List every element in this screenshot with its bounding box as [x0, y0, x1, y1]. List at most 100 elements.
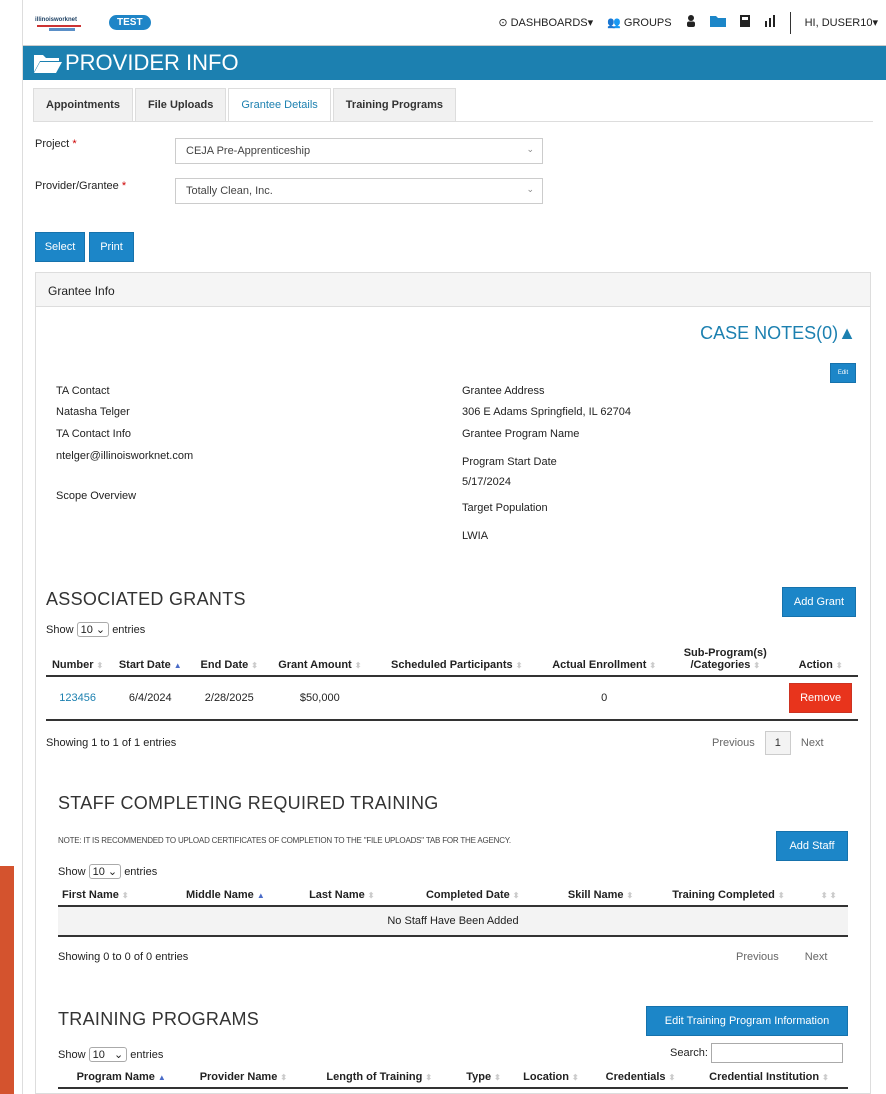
- groups-menu[interactable]: 👥 GROUPS: [607, 16, 671, 29]
- sort-icon: ⬍: [822, 1073, 829, 1082]
- programs-length-control: Show 10 ⌄ entries: [58, 1047, 163, 1062]
- col-start-date[interactable]: Start Date ▲: [109, 643, 192, 677]
- top-nav: ⊙ DASHBOARDS▾ 👥 GROUPS HI, DUSER10▾: [498, 11, 878, 34]
- remove-button[interactable]: Remove: [789, 683, 853, 713]
- ta-contact-label: TA Contact: [56, 385, 110, 397]
- programs-length-select[interactable]: 10 ⌄: [88, 1047, 128, 1062]
- site-logo[interactable]: illinoisworknet: [35, 9, 87, 37]
- chevron-down-icon: ⌄: [526, 144, 534, 154]
- staff-note: NOTE: IT IS RECOMMENDED TO UPLOAD CERTIF…: [58, 836, 511, 845]
- sort-asc-icon: ▲: [256, 891, 265, 900]
- caret-up-icon: ▲: [838, 323, 856, 343]
- grant-number-link[interactable]: 123456: [46, 676, 109, 720]
- col-length[interactable]: Length of Training ⬍: [302, 1067, 457, 1089]
- col-enrollment[interactable]: Actual Enrollment ⬍: [540, 643, 668, 677]
- col-label: Grant Amount: [278, 659, 352, 671]
- col-skill-name[interactable]: Skill Name ⬍: [550, 885, 651, 907]
- grants-table: Number ⬍ Start Date ▲ End Date ⬍ Grant Amou…: [46, 643, 858, 721]
- staff-training-title: STAFF COMPLETING REQUIRED TRAINING: [58, 793, 439, 813]
- chart-icon[interactable]: [764, 15, 776, 30]
- test-badge: TEST: [109, 15, 151, 30]
- sort-icon: ⬍: [753, 661, 761, 670]
- sort-icon: ⬍: [367, 891, 375, 900]
- grants-length-select[interactable]: 10 ⌄: [76, 622, 110, 637]
- col-last-name[interactable]: Last Name ⬍: [288, 885, 395, 907]
- col-training-completed[interactable]: Training Completed ⬍: [650, 885, 807, 907]
- prev-button[interactable]: Previous: [736, 951, 779, 963]
- staff-length-select[interactable]: 10 ⌄: [88, 864, 122, 879]
- page-1-button[interactable]: 1: [764, 731, 791, 755]
- search-input[interactable]: [710, 1043, 843, 1063]
- next-button[interactable]: Next: [805, 951, 828, 963]
- groups-label: GROUPS: [623, 17, 672, 29]
- edit-training-program-button[interactable]: Edit Training Program Information: [646, 1006, 848, 1036]
- col-label: Credential Institution: [709, 1071, 820, 1083]
- provider-select[interactable]: Totally Clean, Inc. ⌄: [175, 178, 543, 204]
- col-action[interactable]: Action ⬍: [783, 643, 858, 677]
- col-scheduled[interactable]: Scheduled Participants ⬍: [372, 643, 541, 677]
- grantee-info-title: Grantee Info: [36, 273, 870, 307]
- col-label: Action: [798, 659, 833, 671]
- program-start-value: 5/17/2024: [462, 476, 511, 488]
- tab-file-uploads[interactable]: File Uploads: [134, 88, 227, 121]
- folder-nav-icon[interactable]: [709, 15, 726, 30]
- col-credential-institution[interactable]: Credential Institution ⬍: [689, 1067, 848, 1089]
- scope-overview-label: Scope Overview: [56, 490, 137, 502]
- provider-value: Totally Clean, Inc.: [186, 185, 273, 197]
- col-number[interactable]: Number ⬍: [46, 643, 110, 677]
- tab-grantee-details[interactable]: Grantee Details: [228, 88, 331, 121]
- col-first-name[interactable]: First Name ⬍: [58, 885, 162, 907]
- add-staff-button[interactable]: Add Staff: [776, 831, 848, 861]
- search-label: Search:: [670, 1046, 708, 1059]
- col-label: Credentials: [605, 1071, 666, 1083]
- col-end-date[interactable]: End Date ⬍: [191, 643, 268, 677]
- select-button[interactable]: Select: [35, 232, 85, 262]
- col-completed-date[interactable]: Completed Date ⬍: [394, 885, 551, 907]
- col-label: First Name: [62, 889, 119, 901]
- entries-label: entries: [130, 1049, 164, 1061]
- provider-label-text: Provider/Grantee: [35, 180, 119, 192]
- col-label: End Date: [200, 659, 249, 671]
- dashboards-menu[interactable]: ⊙ DASHBOARDS▾: [498, 16, 593, 29]
- col-program-name[interactable]: Program Name ▲: [58, 1067, 185, 1089]
- col-provider-name[interactable]: Provider Name ⬍: [184, 1067, 303, 1089]
- target-population-label: Target Population: [462, 502, 548, 514]
- user-label: HI, DUSER10: [804, 17, 873, 29]
- project-label-text: Project: [35, 138, 70, 150]
- add-grant-button[interactable]: Add Grant: [782, 587, 856, 617]
- table-header-row: Program Name ▲ Provider Name ⬍ Length of T…: [58, 1067, 848, 1089]
- staff-table: First Name ⬍ Middle Name ▲ Last Name ⬍ Comp…: [58, 885, 848, 937]
- col-label: Location: [523, 1071, 569, 1083]
- app-window: illinoisworknet TEST ⊙ DASHBOARDS▾ 👥 GRO…: [22, 0, 886, 1094]
- lwia-label: LWIA: [462, 530, 489, 542]
- col-sub-program[interactable]: Sub-Program(s) /Categories ⬍: [667, 643, 784, 677]
- col-label: Skill Name: [567, 889, 624, 901]
- project-value: CEJA Pre-Apprenticeship: [186, 145, 311, 157]
- calculator-icon[interactable]: [739, 15, 750, 30]
- program-start-label: Program Start Date: [462, 456, 557, 468]
- tab-appointments[interactable]: Appointments: [33, 88, 133, 121]
- col-credentials[interactable]: Credentials ⬍: [590, 1067, 690, 1089]
- grantee-info-panel: Grantee Info CASE NOTES(0)▲ Edit TA Cont…: [35, 272, 871, 1094]
- project-select[interactable]: CEJA Pre-Apprenticeship ⌄: [175, 138, 543, 164]
- program-name-label: Grantee Program Name: [462, 428, 580, 440]
- edit-button[interactable]: Edit: [830, 363, 856, 383]
- dashboard-icon: ⊙: [498, 17, 508, 29]
- sort-icon: ⬍: [668, 1073, 676, 1082]
- sort-icon: ⬍: [626, 891, 634, 900]
- col-type[interactable]: Type ⬍: [456, 1067, 511, 1089]
- case-notes-toggle[interactable]: CASE NOTES(0)▲: [700, 323, 856, 344]
- tab-training-programs[interactable]: Training Programs: [332, 88, 456, 121]
- user-menu[interactable]: HI, DUSER10▾: [805, 16, 878, 29]
- prev-button[interactable]: Previous: [712, 737, 755, 749]
- required-mark: *: [72, 138, 77, 150]
- col-grant-amount[interactable]: Grant Amount ⬍: [267, 643, 373, 677]
- next-button[interactable]: Next: [801, 737, 824, 749]
- case-notes-label: CASE NOTES(0): [700, 323, 839, 343]
- col-middle-name[interactable]: Middle Name ▲: [161, 885, 289, 907]
- col-location[interactable]: Location ⬍: [510, 1067, 591, 1089]
- person-icon[interactable]: [686, 15, 696, 30]
- length-value: 10: [80, 624, 93, 636]
- programs-table: Program Name ▲ Provider Name ⬍ Length of T…: [58, 1067, 848, 1089]
- print-button[interactable]: Print: [89, 232, 134, 262]
